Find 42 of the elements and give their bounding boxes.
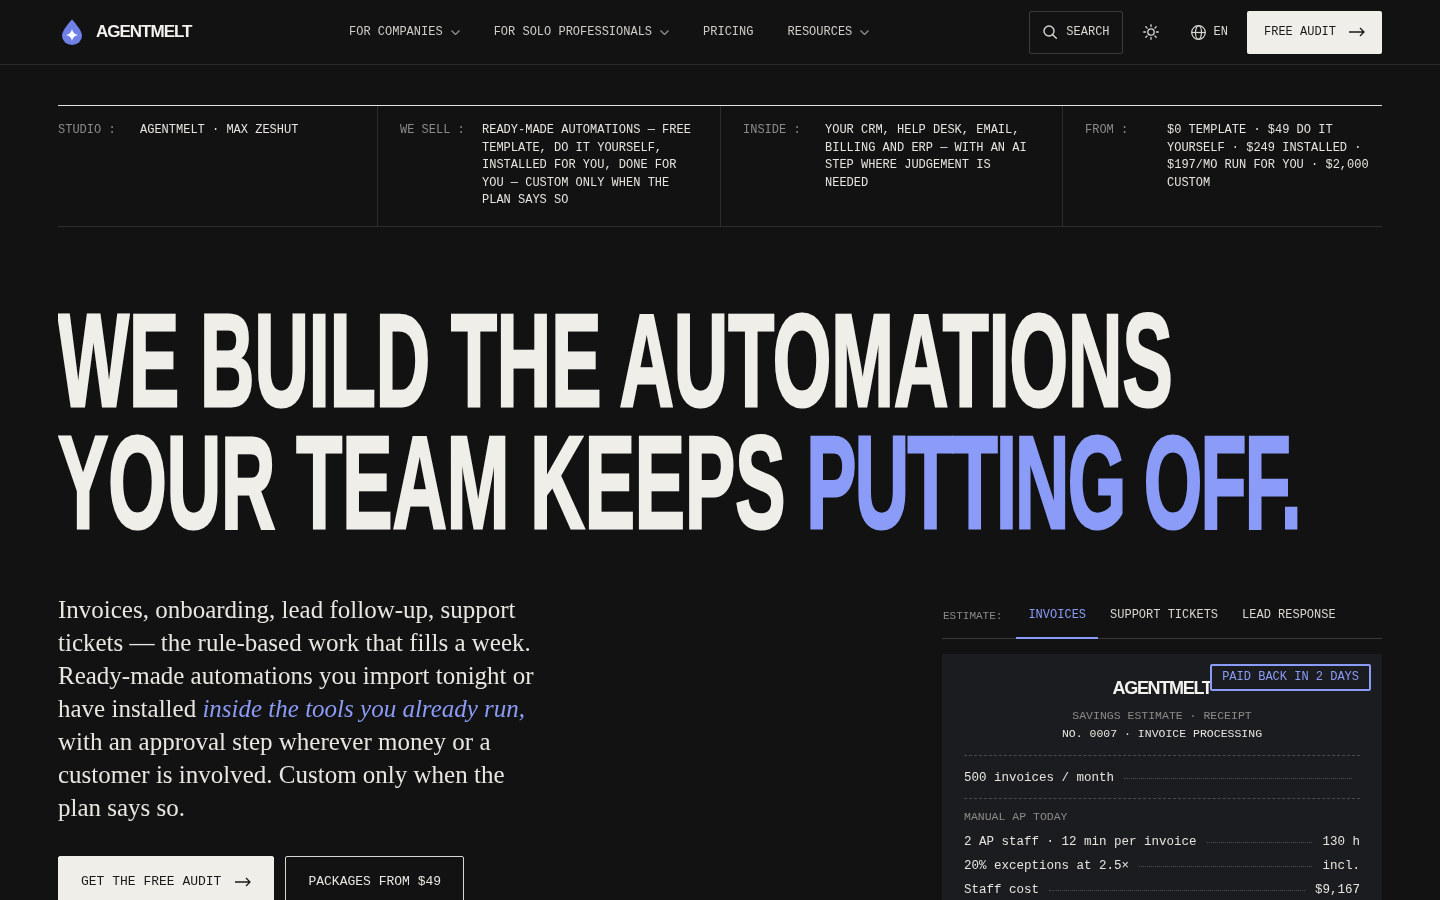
language-button[interactable]: EN [1190, 24, 1228, 40]
fact-value: READY-MADE AUTOMATIONS — FREE TEMPLATE, DO IT YOURSELF, INSTALLED FOR YOU, DONE FOR YOU — CUSTOM ONLY WHEN THE PLAN SAYS SO [482, 122, 692, 209]
arrow-right-icon [235, 876, 252, 887]
estimate-label: ESTIMATE: [943, 609, 1003, 622]
free-audit-button[interactable]: GET THE FREE AUDIT [58, 855, 275, 900]
section-heading: MANUAL AP TODAY [964, 808, 1069, 825]
fact-value: AGENTMELT · MAX ZESHUT [140, 122, 300, 139]
line-item-label: Staff cost [964, 881, 1039, 899]
nav-link[interactable]: FOR COMPANIES [349, 25, 460, 39]
brand-wordmark[interactable]: AGENTMELT [96, 22, 192, 42]
arrow-right-icon [1349, 27, 1365, 37]
line-item-label: 2 AP staff · 12 min per invoice [964, 833, 1197, 851]
receipt-wordmark: AGENTMELT [1112, 676, 1212, 700]
fact-label: FROM : [1085, 122, 1130, 139]
search-icon [1043, 25, 1058, 39]
estimate-tab[interactable]: SUPPORT TICKETS [1098, 592, 1231, 639]
nav-link[interactable]: FOR SOLO PROFESSIONALS [493, 25, 670, 39]
receipt-subtitle: SAVINGS ESTIMATE · RECEIPT [1071, 707, 1253, 724]
nav-link[interactable]: PRICING [703, 25, 754, 39]
receipt-number: NO. 0007 · INVOICE PROCESSING [1060, 725, 1264, 742]
line-item-label: 20% exceptions at 2.5× [964, 857, 1130, 875]
estimate-tab[interactable]: INVOICES [1016, 592, 1099, 639]
fact-value: $0 TEMPLATE · $49 DO IT YOURSELF · $249 INSTALLED · $197/MO RUN FOR YOU · $2,000 CUSTOM [1167, 122, 1370, 192]
fact-label: INSIDE : [743, 122, 802, 139]
line-item-value: incl. [1322, 857, 1360, 875]
sun-icon[interactable] [1142, 24, 1159, 40]
free-audit-button[interactable]: FREE AUDIT [1247, 10, 1382, 54]
line-item-label: 500 invoices / month [964, 769, 1115, 787]
line-item-value: 130 h [1322, 833, 1360, 851]
drop-icon [62, 19, 82, 45]
hero-headline: WE BUILD THE AUTOMATIONS YOUR TEAM KEEPS PUTTING OFF. [58, 299, 1301, 544]
packages-button[interactable]: PACKAGES FROM $49 [285, 855, 465, 900]
line-item-value: $9,167 [1315, 881, 1360, 899]
search-button[interactable]: SEARCH [1029, 10, 1123, 54]
hero-intro-text: Invoices, onboarding, lead follow-up, support tickets — the rule-based work that fills a week. Ready-made automations you import tonight or have installed inside the tools you already run, with an approval step wherever money or a customer is involved. Custom only when the plan says so. [58, 594, 535, 823]
estimate-tab[interactable]: LEAD RESPONSE [1230, 592, 1348, 639]
nav-link[interactable]: RESOURCES [787, 25, 870, 39]
fact-label: WE SELL : [400, 122, 466, 139]
globe-icon [1190, 24, 1206, 40]
fact-label: STUDIO : [58, 122, 117, 139]
fact-value: YOUR CRM, HELP DESK, EMAIL, BILLING AND ERP — WITH AN AI STEP WHERE JUDGEMENT IS NEEDED [825, 122, 1028, 192]
payback-badge: PAID BACK IN 2 DAYS [1210, 663, 1371, 691]
